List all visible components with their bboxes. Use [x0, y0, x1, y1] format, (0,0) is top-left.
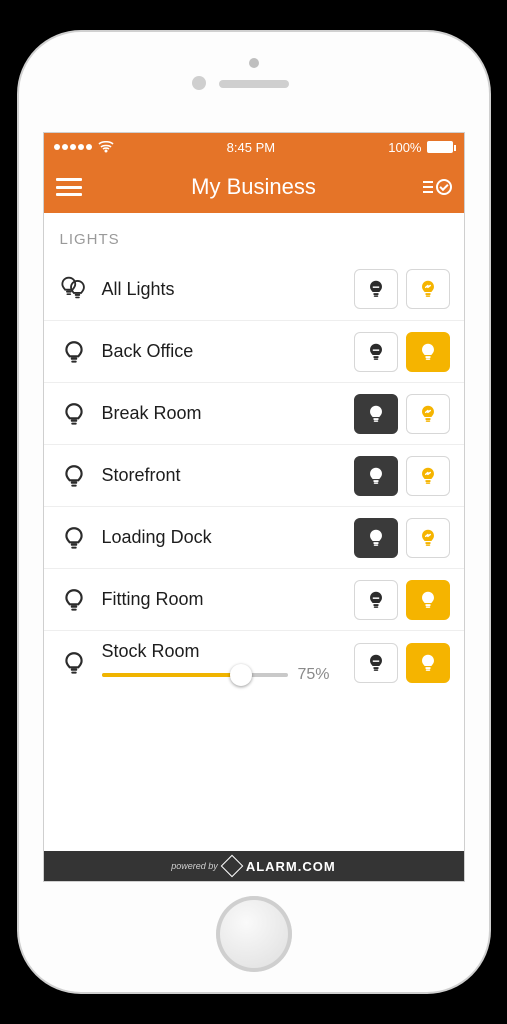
status-right: 100% — [388, 140, 453, 155]
light-row: Fitting Room — [44, 568, 464, 630]
light-toggle-buttons — [354, 518, 450, 558]
light-off-button[interactable] — [354, 518, 398, 558]
light-row: Back Office — [44, 320, 464, 382]
bulb-icon — [58, 401, 90, 427]
app-screen: 8:45 PM 100% My Business LIGHTS All Ligh… — [43, 132, 465, 882]
light-label: Loading Dock — [102, 527, 342, 548]
light-on-button[interactable] — [406, 269, 450, 309]
light-row-main: Fitting Room — [102, 589, 342, 610]
status-bar: 8:45 PM 100% — [44, 133, 464, 161]
light-label: Fitting Room — [102, 589, 342, 610]
bulb-icon — [58, 650, 90, 676]
light-row-main: Stock Room 75% — [102, 641, 342, 684]
light-label: Stock Room — [102, 641, 342, 662]
light-row: Storefront — [44, 444, 464, 506]
light-on-button[interactable] — [406, 518, 450, 558]
light-off-button[interactable] — [354, 456, 398, 496]
light-row-main: Loading Dock — [102, 527, 342, 548]
footer-brand: powered by ALARM.COM — [44, 851, 464, 881]
powered-by-label: powered by — [171, 861, 218, 871]
light-row: Loading Dock — [44, 506, 464, 568]
light-toggle-buttons — [354, 332, 450, 372]
nav-title: My Business — [191, 174, 316, 200]
bulb-icon — [58, 587, 90, 613]
status-left — [54, 141, 114, 153]
light-toggle-buttons — [354, 580, 450, 620]
check-circle-icon — [436, 179, 452, 195]
phone-camera — [249, 58, 259, 68]
light-row: Break Room — [44, 382, 464, 444]
light-row-main: Break Room — [102, 403, 342, 424]
wifi-icon — [98, 141, 114, 153]
light-off-button[interactable] — [354, 332, 398, 372]
signal-dots-icon — [54, 144, 92, 150]
phone-speaker — [219, 80, 289, 88]
dimmer-row: 75% — [102, 666, 342, 684]
status-time: 8:45 PM — [227, 140, 275, 155]
content-scroll[interactable]: LIGHTS All Lights Back Office Break Room St… — [44, 213, 464, 851]
light-label: Storefront — [102, 465, 342, 486]
light-off-button[interactable] — [354, 643, 398, 683]
phone-sensor — [192, 76, 206, 90]
light-row: Stock Room 75% — [44, 630, 464, 694]
battery-percent: 100% — [388, 140, 421, 155]
light-on-button[interactable] — [406, 643, 450, 683]
brand-shield-icon — [220, 855, 243, 878]
light-label: All Lights — [102, 279, 342, 300]
bulb-icon — [58, 463, 90, 489]
light-off-button[interactable] — [354, 394, 398, 434]
light-on-button[interactable] — [406, 580, 450, 620]
brand-name: ALARM.COM — [246, 859, 336, 874]
light-toggle-buttons — [354, 269, 450, 309]
dimmer-value: 75% — [298, 666, 342, 684]
scenes-button[interactable] — [423, 179, 452, 195]
phone-frame: 8:45 PM 100% My Business LIGHTS All Ligh… — [19, 32, 489, 992]
battery-icon — [427, 141, 453, 153]
light-on-button[interactable] — [406, 394, 450, 434]
light-row-main: Storefront — [102, 465, 342, 486]
bulb-icon — [58, 339, 90, 365]
slider-thumb[interactable] — [230, 664, 252, 686]
section-header: LIGHTS — [44, 213, 464, 258]
light-off-button[interactable] — [354, 580, 398, 620]
home-button[interactable] — [216, 896, 292, 972]
nav-bar: My Business — [44, 161, 464, 213]
light-off-button[interactable] — [354, 269, 398, 309]
light-row-main: All Lights — [102, 279, 342, 300]
light-on-button[interactable] — [406, 332, 450, 372]
light-toggle-buttons — [354, 456, 450, 496]
bulbs-icon — [58, 276, 90, 302]
light-label: Back Office — [102, 341, 342, 362]
light-on-button[interactable] — [406, 456, 450, 496]
light-label: Break Room — [102, 403, 342, 424]
light-row-main: Back Office — [102, 341, 342, 362]
dimmer-slider[interactable] — [102, 673, 288, 677]
bulb-icon — [58, 525, 90, 551]
menu-button[interactable] — [56, 178, 82, 196]
light-toggle-buttons — [354, 394, 450, 434]
light-row: All Lights — [44, 258, 464, 320]
light-toggle-buttons — [354, 643, 450, 683]
